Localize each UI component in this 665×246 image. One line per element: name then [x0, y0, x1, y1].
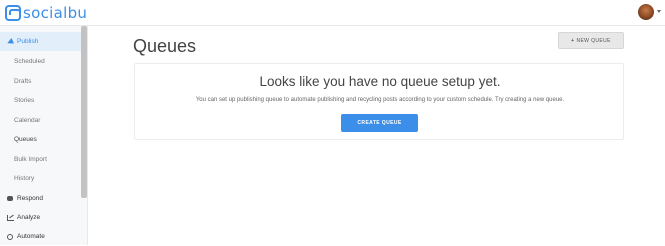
sidebar-item-queues[interactable]: Queues [0, 130, 81, 149]
empty-state-description: You can set up publishing queue to autom… [195, 97, 565, 103]
sidebar-item-label: Calendar [14, 117, 41, 124]
user-avatar[interactable] [638, 4, 654, 20]
chart-icon [6, 214, 14, 222]
sidebar-item-label: Automate [17, 233, 45, 240]
sidebar-item-calendar[interactable]: Calendar [0, 111, 81, 130]
sidebar-item-label: Drafts [14, 78, 32, 85]
paper-plane-icon [6, 37, 14, 46]
sidebar-item-publish[interactable]: Publish [0, 32, 81, 51]
sidebar-scrollbar[interactable] [81, 26, 87, 198]
sidebar-item-drafts[interactable]: Drafts [0, 72, 81, 91]
sidebar-item-stories[interactable]: Stories [0, 91, 81, 110]
sidebar-item-label: Scheduled [14, 58, 45, 65]
sidebar-item-label: Queues [14, 136, 37, 143]
page-title: Queues [133, 36, 197, 56]
plus-icon: + [571, 37, 575, 44]
sidebar-item-label: History [14, 175, 35, 182]
sidebar: Publish Scheduled Drafts Stories Calenda… [0, 26, 88, 245]
sidebar-item-analyze[interactable]: Analyze [0, 208, 81, 227]
chat-icon [6, 195, 14, 203]
new-queue-button[interactable]: + NEW QUEUE [558, 32, 624, 49]
socialbu-logo-icon [5, 5, 21, 21]
sidebar-item-automate[interactable]: Automate [0, 227, 81, 246]
caret-down-icon[interactable] [657, 10, 661, 13]
sidebar-item-label: Stories [14, 97, 35, 104]
sidebar-item-scheduled[interactable]: Scheduled [0, 52, 81, 71]
cogs-icon [6, 233, 14, 241]
sidebar-item-label: Respond [17, 195, 44, 202]
sidebar-item-respond[interactable]: Respond [0, 189, 81, 208]
empty-state-heading: Looks like you have no queue setup yet. [259, 74, 501, 89]
new-queue-label: NEW QUEUE [576, 37, 611, 44]
create-queue-button[interactable]: CREATE QUEUE [341, 114, 418, 132]
sidebar-item-label: Bulk Import [14, 156, 47, 163]
sidebar-item-bulk-import[interactable]: Bulk Import [0, 150, 81, 169]
sidebar-item-label: Publish [17, 38, 39, 45]
sidebar-item-history[interactable]: History [0, 169, 81, 188]
sidebar-item-label: Analyze [17, 214, 41, 221]
brand-name: socialbu [23, 4, 88, 22]
empty-state-card: Looks like you have no queue setup yet. … [134, 63, 624, 140]
top-bar: socialbu [0, 0, 665, 26]
brand-logo[interactable]: socialbu [5, 3, 87, 23]
